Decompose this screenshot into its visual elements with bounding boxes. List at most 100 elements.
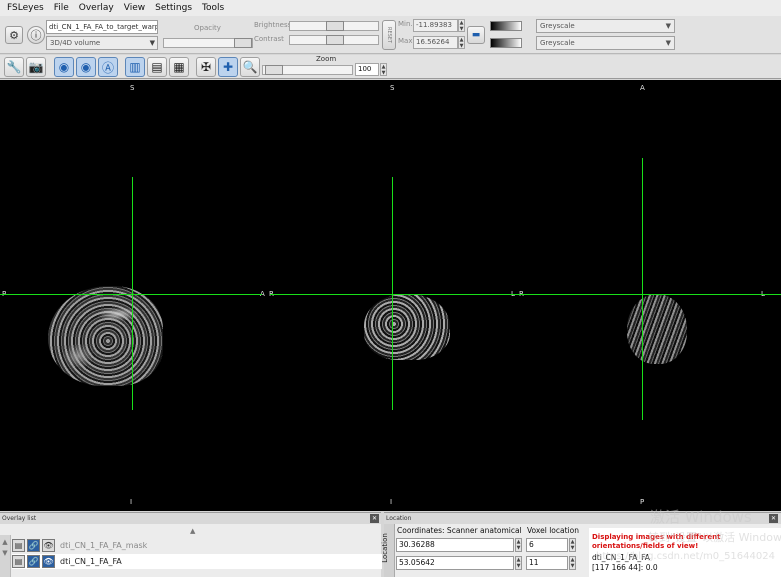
activation-watermark-title: 激活 Windows	[650, 508, 752, 526]
min-field[interactable]: -11.89383	[413, 19, 458, 32]
opacity-label: Opacity	[194, 24, 221, 32]
brightness-slider[interactable]	[289, 21, 379, 31]
min-label: Min.	[398, 20, 413, 28]
grid-layout-icon[interactable]: ▦	[169, 57, 189, 77]
overlay-list-controls: ▲ ▼	[0, 535, 11, 577]
axial-cursor-vertical	[642, 158, 643, 420]
max-spinner[interactable]: ▲ ▼	[458, 36, 465, 49]
zoom-label: Zoom	[316, 55, 337, 63]
zoom-slider-handle[interactable]	[265, 65, 283, 75]
overlay-name: dti_CN_1_FA_FA	[60, 557, 122, 566]
ortho-toolbar: 🔧 📷 ◉ ◉ Ⓐ ▥ ▤ ▦ ✠ ✚ 🔍 Zoom 100 ▲ ▼	[0, 55, 781, 79]
voxel-y-field[interactable]: 11	[526, 556, 568, 570]
colormap-select-2[interactable]: Greyscale ▼	[536, 36, 675, 50]
coordinate-y-spinner[interactable]: ▲ ▼	[515, 556, 522, 570]
overlay-name-field[interactable]: dti_CN_1_FA_FA_to_target_warp	[46, 20, 158, 34]
brightness-label: Brightness	[254, 21, 292, 29]
cursor-gap-icon[interactable]: ✠	[196, 57, 216, 77]
opacity-slider-handle[interactable]	[234, 38, 252, 48]
link-range-icon[interactable]: ▬	[467, 26, 485, 44]
zoom-spinner[interactable]: ▲ ▼	[380, 63, 387, 76]
sagittal-brain-image	[48, 286, 163, 386]
chevron-down-icon: ▼	[149, 39, 155, 47]
coordinates-header: Coordinates: Scanner anatomical	[397, 526, 522, 535]
zoom-field[interactable]: 100	[355, 63, 379, 76]
move-down-icon[interactable]: ▼	[0, 549, 10, 557]
colormap-value-2: Greyscale	[540, 39, 575, 47]
coronal-orient-bottom: I	[390, 498, 393, 506]
eye-icon[interactable]: 👁	[42, 539, 55, 552]
menu-settings[interactable]: Settings	[150, 0, 197, 16]
colormap-select-1[interactable]: Greyscale ▼	[536, 19, 675, 33]
axial-brain-image	[627, 294, 687, 364]
blog-url-watermark: https://blog.csdn.net/m0_51644024	[596, 551, 775, 562]
chevron-down-icon: ▼	[665, 39, 671, 47]
overlay-display-toolbar: ⚙ ⓘ dti_CN_1_FA_FA_to_target_warp 3D/4D …	[0, 16, 781, 54]
coordinate-x-field[interactable]: 30.36288	[396, 538, 514, 552]
voxel-location-header: Voxel location	[527, 526, 579, 535]
voxel-x-field[interactable]: 6	[526, 538, 568, 552]
axial-orient-bottom: P	[640, 498, 645, 506]
save-icon[interactable]: ▤	[12, 555, 25, 568]
coronal-cursor-horizontal	[270, 294, 520, 295]
gear-icon[interactable]: ⚙	[5, 26, 23, 44]
info-voxel-value: [117 166 44]: 0.0	[592, 563, 658, 572]
reset-button[interactable]: RESET	[382, 20, 396, 50]
coronal-orient-top: S	[390, 84, 395, 92]
chevron-down-icon: ▼	[665, 22, 671, 30]
menu-tools[interactable]: Tools	[197, 0, 229, 16]
info-icon[interactable]: ⓘ	[27, 26, 45, 44]
menu-fsleyes[interactable]: FSLeyes	[2, 0, 49, 16]
min-spinner[interactable]: ▲ ▼	[458, 19, 465, 32]
coordinate-x-spinner[interactable]: ▲ ▼	[515, 538, 522, 552]
menu-view[interactable]: View	[119, 0, 150, 16]
zoom-slider[interactable]	[262, 65, 353, 75]
menu-bar: FSLeyes File Overlay View Settings Tools	[0, 0, 781, 16]
close-icon[interactable]: ✕	[769, 514, 778, 523]
toggle-sagittal-icon[interactable]: ◉	[54, 57, 74, 77]
colormap-value-1: Greyscale	[540, 22, 575, 30]
coronal-brain-image	[364, 294, 450, 360]
overlay-list-item[interactable]: ▤ 🔗 👁 dti_CN_1_FA_FA_mask	[12, 538, 382, 553]
sagittal-orient-top: S	[130, 84, 135, 92]
link-icon[interactable]: 🔗	[27, 539, 40, 552]
overlay-name: dti_CN_1_FA_FA_mask	[60, 541, 148, 550]
contrast-slider-handle[interactable]	[326, 35, 344, 45]
max-field[interactable]: 16.56264	[413, 36, 458, 49]
brightness-slider-handle[interactable]	[326, 21, 344, 31]
contrast-slider[interactable]	[289, 35, 379, 45]
menu-overlay[interactable]: Overlay	[74, 0, 119, 16]
horizontal-layout-icon[interactable]: ▥	[125, 57, 145, 77]
menu-file[interactable]: File	[49, 0, 74, 16]
link-icon[interactable]: 🔗	[27, 555, 40, 568]
overlay-list-panel: Overlay list ✕ ▲ ▲ ▼ ▤ 🔗 👁 dti_CN_1_FA_F…	[0, 512, 382, 577]
opacity-slider[interactable]	[163, 38, 253, 48]
move-up-icon[interactable]: ▲	[0, 538, 10, 546]
contrast-label: Contrast	[254, 35, 284, 43]
axial-orient-top: A	[640, 84, 645, 92]
reset-zoom-icon[interactable]: 🔍	[240, 57, 260, 77]
coordinate-y-field[interactable]: 53.05642	[396, 556, 514, 570]
wrench-icon[interactable]: 🔧	[4, 57, 24, 77]
ortho-view[interactable]: S I P A S I R L A P R L	[0, 80, 781, 511]
colormap-preview-1	[490, 21, 522, 31]
overlay-type-value: 3D/4D volume	[50, 39, 101, 47]
overlay-type-select[interactable]: 3D/4D volume ▼	[46, 36, 158, 50]
axial-cursor-horizontal	[520, 294, 781, 295]
camera-icon[interactable]: 📷	[26, 57, 46, 77]
colormap-preview-2	[490, 38, 522, 48]
scroll-up-icon[interactable]: ▲	[190, 527, 195, 535]
eye-icon[interactable]: 👁	[42, 555, 55, 568]
voxel-x-spinner[interactable]: ▲ ▼	[569, 538, 576, 552]
overlay-list-item[interactable]: ▤ 🔗 👁 dti_CN_1_FA_FA	[12, 554, 382, 569]
activation-watermark-subtitle: 转到"设置"以激活 Windows。	[648, 531, 781, 544]
crosshair-icon[interactable]: ✚	[218, 57, 238, 77]
location-side-tab: Location	[381, 524, 395, 577]
vertical-layout-icon[interactable]: ▤	[147, 57, 167, 77]
close-icon[interactable]: ✕	[370, 514, 379, 523]
sagittal-orient-bottom: I	[130, 498, 133, 506]
save-icon[interactable]: ▤	[12, 539, 25, 552]
voxel-y-spinner[interactable]: ▲ ▼	[569, 556, 576, 570]
toggle-axial-icon[interactable]: Ⓐ	[98, 57, 118, 77]
toggle-coronal-icon[interactable]: ◉	[76, 57, 96, 77]
